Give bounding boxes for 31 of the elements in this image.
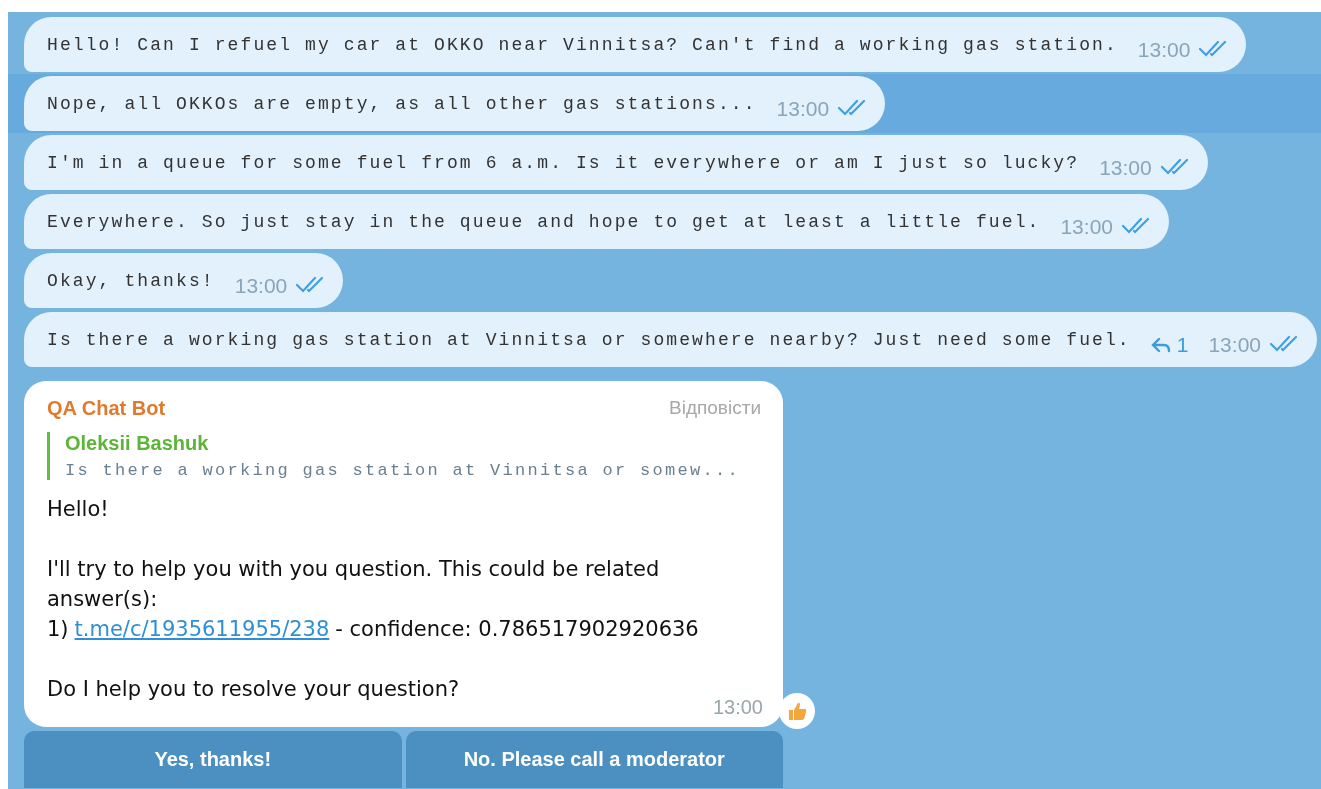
message-time: 13:00 <box>1060 214 1113 239</box>
message-text: Is there a working gas station at Vinnitsa or somewhere nearby? Just need some fuel. <box>47 329 1131 350</box>
message-text: Hello! Can I refuel my car at OKKO near Vinnitsa? Can't find a working gas station. <box>47 34 1118 55</box>
confidence-text: - confidence: 0.786517902920636 <box>335 616 699 643</box>
message-text: Everywhere. So just stay in the queue and hope to get at least a little fuel. <box>47 211 1041 232</box>
reply-link[interactable]: Відповісти <box>669 397 761 420</box>
message-text: Nope, all OKKOs are empty, as all other gas stations... <box>47 93 757 114</box>
quote-author: Oleksii Bashuk <box>65 432 210 455</box>
reaction-badge[interactable] <box>779 693 815 729</box>
quote-text: Is there a working gas station at Vinnitsa or somew... <box>65 461 741 480</box>
message-time: 13:00 <box>712 696 763 719</box>
inline-keyboard-button[interactable]: No. Please call a moderator <box>405 731 783 788</box>
answer-link[interactable]: t.me/c/1935611955/238 <box>74 614 330 644</box>
message-time: 13:00 <box>1137 37 1191 62</box>
quoted-message[interactable]: Oleksii Bashuk Is there a working gas station at Vinnitsa or somew... <box>47 432 741 480</box>
message-text: Okay, thanks! <box>47 270 215 291</box>
thumbs-up-icon <box>786 700 808 722</box>
inline-keyboard-button[interactable]: Yes, thanks! <box>24 731 402 788</box>
message-text: I'm in a queue for some fuel from 6 a.m. Is it everywhere or am I just so lucky? <box>47 152 1080 173</box>
sender-name: QA Chat Bot <box>47 397 166 420</box>
message-text: Hello! <box>47 496 109 523</box>
reply-count[interactable]: 1 <box>1150 332 1189 357</box>
message-text: Do I help you to resolve your question? <box>47 676 460 703</box>
reply-icon <box>1150 336 1171 353</box>
message-time: 13:00 <box>1099 155 1152 180</box>
message-time: 13:00 <box>776 96 830 121</box>
message-time: 13:00 <box>1208 332 1261 357</box>
list-number: 1) <box>47 616 69 643</box>
message-text: I'll try to help you with you question. This could be related <box>47 556 660 583</box>
message-text: answer(s): <box>47 586 158 613</box>
message-time: 13:00 <box>234 273 288 298</box>
